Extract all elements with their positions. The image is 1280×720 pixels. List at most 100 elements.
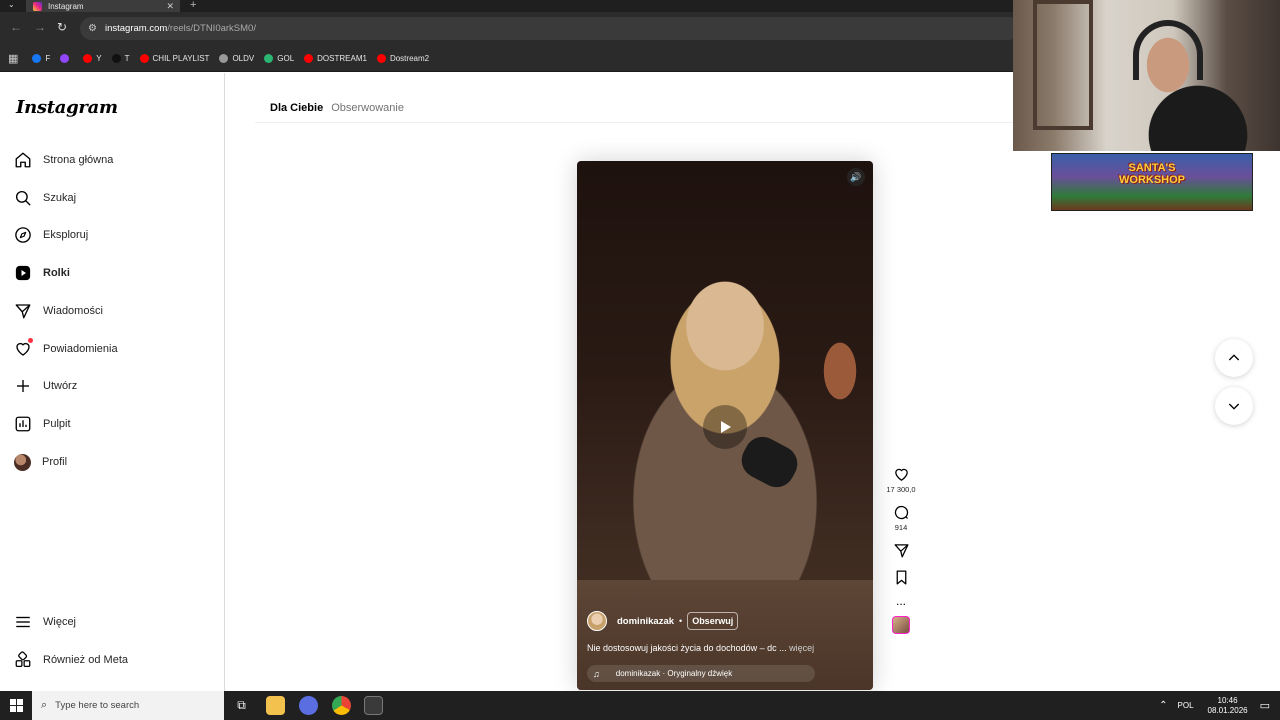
bookmark-item[interactable]: OLDV (219, 53, 255, 63)
bookmark-item[interactable]: T (111, 53, 130, 63)
save-button[interactable] (885, 569, 917, 586)
messages-icon (15, 304, 31, 319)
taskbar-search-box[interactable]: ⌕ Type here to search (32, 691, 224, 720)
nav-item-dashboard[interactable]: Pulpit (14, 412, 71, 436)
avatar (14, 453, 31, 471)
divider (255, 122, 1015, 123)
heart-icon (894, 468, 908, 481)
bookmark-item[interactable] (60, 53, 73, 63)
author-avatar[interactable] (587, 611, 607, 631)
bookmark-item[interactable]: DOSTREAM1 (304, 53, 367, 63)
bookmark-label: T (124, 53, 130, 63)
window-frame-in-webcam (1033, 0, 1093, 130)
site-settings-icon[interactable]: ⚙ (88, 23, 97, 34)
bookmark-favicon-icon (219, 53, 229, 63)
nav-item-explore[interactable]: Eksploruj (14, 223, 88, 247)
new-tab-button[interactable]: + (190, 0, 196, 11)
audio-thumbnail[interactable] (885, 616, 917, 634)
more-options-button[interactable]: ... (885, 595, 917, 607)
next-reel-button[interactable] (1215, 387, 1253, 425)
close-tab-icon[interactable]: ✕ (166, 1, 174, 12)
headset-in-webcam (1133, 20, 1203, 80)
reel-info-overlay: dominikazak • Obserwuj Nie dostosowuj ja… (587, 611, 867, 682)
reel-actions: 17 300,0 914 ... (885, 466, 917, 644)
author-username[interactable]: dominikazak (617, 616, 674, 627)
nav-item-notifications[interactable]: Powiadomienia (14, 337, 118, 361)
instagram-favicon-icon (33, 1, 42, 11)
share-button[interactable] (885, 542, 917, 559)
clock-time: 10:46 (1217, 695, 1238, 705)
bookmark-favicon-icon (376, 53, 386, 63)
reel-video[interactable]: 🔊 dominikazak • Obserwuj Nie dostosowuj … (577, 161, 873, 690)
comment-icon (894, 505, 908, 520)
obs-icon[interactable] (364, 696, 383, 715)
nav-label: Powiadomienia (43, 343, 118, 355)
bookmark-item[interactable]: CHIL PLAYLIST (139, 53, 209, 63)
reels-feed-tabs: Dla Ciebie Obserwowanie (270, 102, 412, 114)
apps-grid-icon[interactable]: ▦ (8, 52, 18, 65)
follow-button[interactable]: Obserwuj (687, 612, 739, 630)
nav-item-also-from-meta[interactable]: Również od Meta (14, 648, 128, 672)
forward-arrow-icon[interactable]: → (34, 20, 46, 34)
tab-for-you[interactable]: Dla Ciebie (270, 102, 323, 114)
bookmark-favicon-icon (139, 53, 149, 63)
like-count: 17 300,0 (886, 485, 916, 494)
windows-start-icon[interactable] (10, 699, 23, 712)
volume-icon[interactable]: 🔊 (847, 168, 865, 186)
bookmark-item[interactable]: Dostream2 (376, 53, 429, 63)
bookmark-favicon-icon (111, 53, 121, 63)
notifications-icon[interactable]: ▭ (1260, 699, 1270, 712)
caption-more-link[interactable]: więcej (789, 643, 814, 653)
nav-label: Utwórz (43, 380, 78, 392)
play-icon (721, 421, 731, 433)
nav-label: Pulpit (43, 418, 71, 430)
app-icon[interactable] (299, 696, 318, 715)
reel-caption[interactable]: Nie dostosowuj jakości życia do dochodów… (587, 643, 867, 653)
instagram-logo[interactable]: Instagram (16, 97, 118, 118)
play-button[interactable] (703, 405, 747, 449)
windows-taskbar: ⌕ Type here to search ⧉ ⌃ POL 10:46 08.0… (0, 691, 1280, 720)
bookmark-favicon-icon (264, 53, 274, 63)
bookmark-label: DOSTREAM1 (317, 53, 367, 63)
file-explorer-icon[interactable] (266, 696, 285, 715)
chevron-up-icon (1228, 354, 1240, 361)
nav-item-more[interactable]: Więcej (14, 610, 76, 634)
system-tray: ⌃ POL 10:46 08.01.2026 ▭ (1159, 691, 1270, 720)
tab-search-icon[interactable]: ⌄ (8, 0, 15, 9)
back-arrow-icon[interactable]: ← (10, 20, 22, 34)
like-button[interactable]: 17 300,0 (885, 466, 917, 494)
nav-item-profile[interactable]: Profil (14, 450, 67, 474)
comment-button[interactable]: 914 (885, 504, 917, 532)
search-icon (15, 190, 31, 206)
task-view-icon[interactable]: ⧉ (232, 696, 251, 715)
plus-icon (17, 380, 29, 392)
reload-icon[interactable]: ↻ (57, 20, 67, 34)
nav-label: Eksploruj (43, 229, 89, 241)
taskbar-clock[interactable]: 10:46 08.01.2026 (1208, 696, 1248, 716)
nav-item-reels[interactable]: Rolki (14, 261, 70, 285)
language-indicator[interactable]: POL (1178, 701, 1194, 710)
tray-chevron-up-icon[interactable]: ⌃ (1159, 700, 1167, 711)
menu-icon (16, 616, 30, 628)
nav-item-home[interactable]: Strona główna (14, 148, 113, 172)
bookmark-label: OLDV (232, 53, 255, 63)
tab-following[interactable]: Obserwowanie (331, 102, 404, 114)
share-icon (893, 544, 909, 558)
bookmark-item[interactable]: Y (83, 53, 102, 63)
home-icon (15, 152, 31, 168)
bookmark-label: GOL (277, 53, 295, 63)
game-banner-image: SANTA'S WORKSHOP (1051, 153, 1253, 211)
browser-tab-instagram[interactable]: Instagram ✕ (26, 0, 180, 12)
nav-label: Profil (42, 456, 68, 468)
address-bar[interactable]: ⚙ instagram.com/reels/DTNI0arkSM0/ (80, 17, 1020, 40)
chrome-icon[interactable] (332, 696, 351, 715)
bookmark-item[interactable]: F (32, 53, 51, 63)
nav-item-create[interactable]: Utwórz (14, 374, 77, 398)
previous-reel-button[interactable] (1215, 339, 1253, 377)
nav-item-search[interactable]: Szukaj (14, 186, 76, 210)
nav-item-messages[interactable]: Wiadomości (14, 299, 103, 323)
bookmark-label: F (45, 53, 51, 63)
bookmark-item[interactable]: GOL (264, 53, 295, 63)
audio-attribution[interactable]: ♫ dominikazak · Oryginalny dźwięk (587, 665, 815, 682)
bookmark-favicon-icon (304, 53, 314, 63)
